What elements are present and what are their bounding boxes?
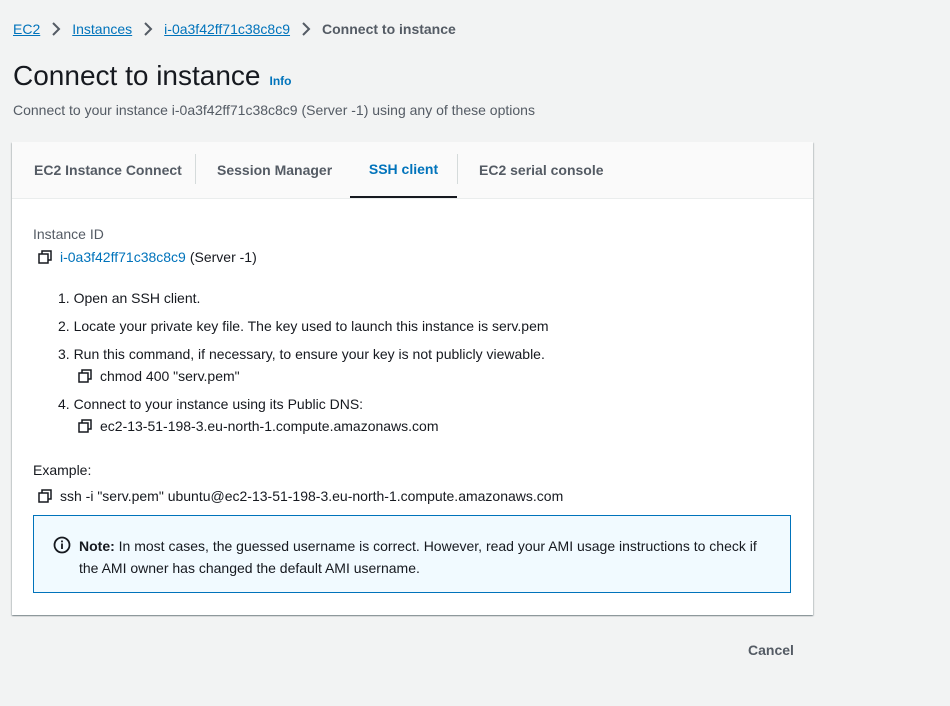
copy-icon[interactable] (38, 489, 52, 503)
instance-name: (Server -1) (189, 249, 257, 265)
tab-ec2-instance-connect[interactable]: EC2 Instance Connect (34, 142, 182, 197)
cancel-button[interactable]: Cancel (736, 638, 806, 662)
step-3: 3. Run this command, if necessary, to en… (58, 346, 545, 362)
note-alert: Note: In most cases, the guessed usernam… (33, 515, 791, 593)
info-link[interactable]: Info (270, 74, 292, 88)
note-text: Note: In most cases, the guessed usernam… (79, 535, 779, 579)
example-command-row: ssh -i "serv.pem" ubuntu@ec2-13-51-198-3… (38, 488, 563, 504)
note-body: In most cases, the guessed username is c… (79, 538, 757, 576)
tab-ssh-client[interactable]: SSH client (350, 142, 457, 198)
breadcrumb-instance-id[interactable]: i-0a3f42ff71c38c8c9 (164, 21, 290, 37)
instance-id-row: i-0a3f42ff71c38c8c9 (Server -1) (38, 249, 257, 265)
chevron-right-icon (296, 19, 316, 39)
step-1: 1. Open an SSH client. (58, 290, 201, 306)
chevron-right-icon (46, 19, 66, 39)
step-4: 4. Connect to your instance using its Pu… (58, 396, 364, 412)
public-dns-row: ec2-13-51-198-3.eu-north-1.compute.amazo… (78, 418, 439, 434)
copy-icon[interactable] (78, 419, 92, 433)
page-title: Connect to instance (13, 60, 261, 91)
tab-divider (457, 154, 458, 184)
breadcrumb-instances[interactable]: Instances (72, 21, 132, 37)
instance-id-link[interactable]: i-0a3f42ff71c38c8c9 (60, 249, 186, 265)
tab-bar: EC2 Instance Connect Session Manager SSH… (12, 142, 813, 199)
copy-icon[interactable] (38, 250, 52, 264)
breadcrumb-current: Connect to instance (322, 21, 456, 37)
example-command: ssh -i "serv.pem" ubuntu@ec2-13-51-198-3… (60, 488, 564, 504)
chevron-right-icon (138, 19, 158, 39)
tab-ec2-serial-console[interactable]: EC2 serial console (479, 142, 604, 197)
copy-icon[interactable] (78, 369, 92, 383)
breadcrumb: EC2 Instances i-0a3f42ff71c38c8c9 Connec… (13, 19, 456, 39)
tab-session-manager[interactable]: Session Manager (217, 142, 332, 197)
page-subtitle: Connect to your instance i-0a3f42ff71c38… (13, 102, 535, 118)
connect-panel: EC2 Instance Connect Session Manager SSH… (12, 142, 813, 615)
tab-divider (195, 154, 196, 184)
instance-id-label: Instance ID (33, 226, 104, 242)
page-header: Connect to instance Info (13, 60, 292, 92)
example-label: Example: (33, 462, 92, 478)
chmod-command: chmod 400 "serv.pem" (100, 368, 240, 384)
info-circle-icon (53, 536, 71, 554)
chmod-command-row: chmod 400 "serv.pem" (78, 368, 240, 384)
note-bold: Note: (79, 538, 115, 554)
breadcrumb-ec2[interactable]: EC2 (13, 21, 40, 37)
step-2: 2. Locate your private key file. The key… (58, 318, 549, 334)
public-dns: ec2-13-51-198-3.eu-north-1.compute.amazo… (100, 418, 439, 434)
